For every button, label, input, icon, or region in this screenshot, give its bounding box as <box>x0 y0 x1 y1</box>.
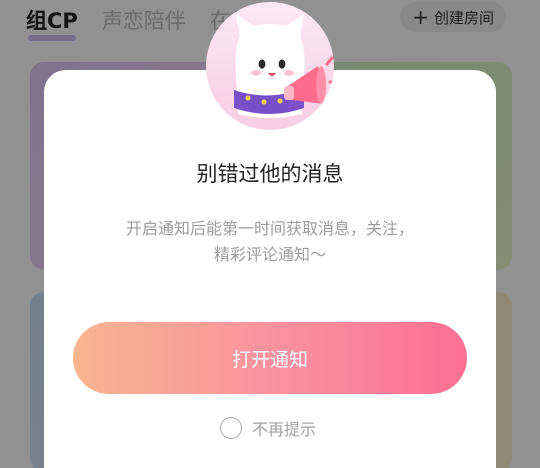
enable-notifications-button[interactable]: 打开通知 <box>73 322 467 394</box>
radio-unchecked-icon[interactable] <box>220 417 242 439</box>
description-line: 开启通知后能第一时间获取消息，关注， <box>125 219 414 238</box>
dont-remind-label: 不再提示 <box>252 420 317 439</box>
dont-remind-option[interactable]: 不再提示 <box>220 416 316 440</box>
dialog-title: 别错过他的消息 <box>196 162 344 186</box>
megaphone-mascot-icon <box>206 2 334 130</box>
description-line: 精彩评论通知～ <box>213 245 326 264</box>
dialog-description: 开启通知后能第一时间获取消息，关注， 精彩评论通知～ <box>84 216 456 268</box>
